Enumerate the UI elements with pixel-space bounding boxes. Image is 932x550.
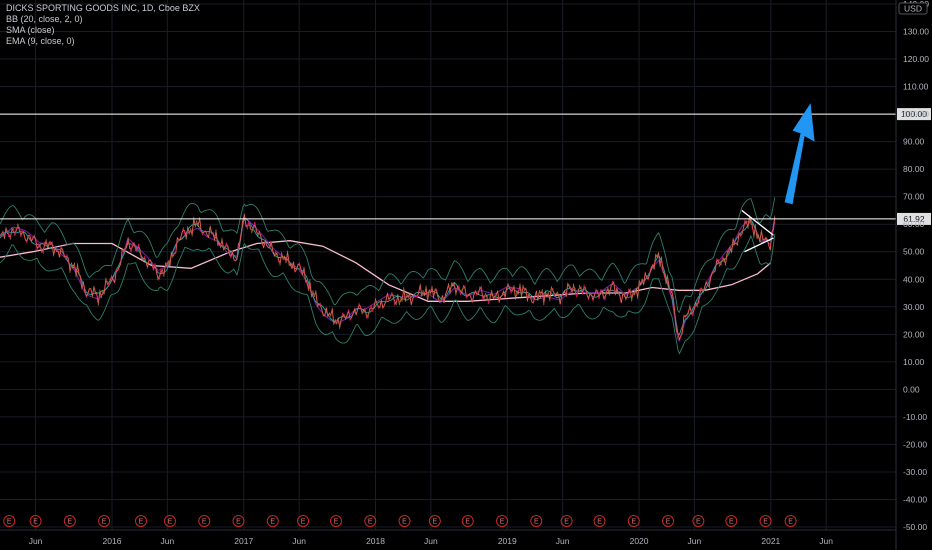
time-tick-label: 2017 xyxy=(234,536,253,546)
time-tick-label: Jun xyxy=(292,536,306,546)
earnings-letter: E xyxy=(368,519,373,526)
price-tick-label: 90.00 xyxy=(903,137,925,147)
price-tick-label: -10.00 xyxy=(903,412,927,422)
earnings-letter: E xyxy=(202,519,207,526)
price-tick-label: 40.00 xyxy=(903,274,925,284)
price-tick-label: 80.00 xyxy=(903,164,925,174)
earnings-letter: E xyxy=(500,519,505,526)
time-tick-label: Jun xyxy=(160,536,174,546)
earnings-letter: E xyxy=(301,519,306,526)
indicator-legend: DICKS SPORTING GOODS INC, 1D, Cboe BZX B… xyxy=(6,3,200,47)
time-tick-label: Jun xyxy=(424,536,438,546)
ema-indicator-label[interactable]: EMA (9, close, 0) xyxy=(6,36,200,47)
time-tick-label: Jun xyxy=(819,536,833,546)
earnings-letter: E xyxy=(334,519,339,526)
symbol-title[interactable]: DICKS SPORTING GOODS INC, 1D, Cboe BZX xyxy=(6,3,200,14)
earnings-letter: E xyxy=(236,519,241,526)
earnings-letter: E xyxy=(763,519,768,526)
time-tick-label: 2019 xyxy=(498,536,517,546)
time-tick-label: 2018 xyxy=(366,536,385,546)
earnings-letter: E xyxy=(788,519,793,526)
earnings-letter: E xyxy=(432,519,437,526)
price-tick-label: 30.00 xyxy=(903,302,925,312)
price-tick-label: -40.00 xyxy=(903,494,927,504)
price-tick-label: -50.00 xyxy=(903,522,927,532)
price-tick-label: 10.00 xyxy=(903,357,925,367)
time-tick-label: 2021 xyxy=(761,536,780,546)
price-tick-label: 130.00 xyxy=(903,27,929,37)
price-tick-label: 20.00 xyxy=(903,329,925,339)
chart-background xyxy=(0,0,932,550)
time-tick-label: Jun xyxy=(688,536,702,546)
earnings-letter: E xyxy=(102,519,107,526)
sma-indicator-label[interactable]: SMA (close) xyxy=(6,25,200,36)
earnings-letter: E xyxy=(564,519,569,526)
earnings-letter: E xyxy=(67,519,72,526)
earnings-letter: E xyxy=(139,519,144,526)
price-tick-label: 60.00 xyxy=(903,219,925,229)
earnings-letter: E xyxy=(270,519,275,526)
price-tick-label: 100.00 xyxy=(903,109,929,119)
earnings-letter: E xyxy=(597,519,602,526)
price-tick-label: 110.00 xyxy=(903,82,929,92)
earnings-letter: E xyxy=(402,519,407,526)
currency-text: USD xyxy=(904,4,922,14)
earnings-letter: E xyxy=(7,519,12,526)
price-tick-label: -20.00 xyxy=(903,439,927,449)
price-tick-label: 70.00 xyxy=(903,192,925,202)
price-tick-label: 50.00 xyxy=(903,247,925,257)
earnings-letter: E xyxy=(666,519,671,526)
time-tick-label: Jun xyxy=(29,536,43,546)
earnings-letter: E xyxy=(168,519,173,526)
earnings-letter: E xyxy=(631,519,636,526)
time-tick-label: 2020 xyxy=(630,536,649,546)
earnings-letter: E xyxy=(534,519,539,526)
currency-label: USD xyxy=(898,2,928,15)
time-tick-label: Jun xyxy=(556,536,570,546)
price-tick-label: 120.00 xyxy=(903,54,929,64)
earnings-letter: E xyxy=(696,519,701,526)
earnings-letter: E xyxy=(729,519,734,526)
price-chart[interactable]: 61.92100.00 EEEEEEEEEEEEEEEEEEEEEEEEE 14… xyxy=(0,0,932,550)
time-tick-label: 2016 xyxy=(103,536,122,546)
price-tick-label: -30.00 xyxy=(903,467,927,477)
bb-indicator-label[interactable]: BB (20, close, 2, 0) xyxy=(6,14,200,25)
earnings-letter: E xyxy=(33,519,38,526)
earnings-letter: E xyxy=(465,519,470,526)
price-tick-label: 0.00 xyxy=(903,384,920,394)
